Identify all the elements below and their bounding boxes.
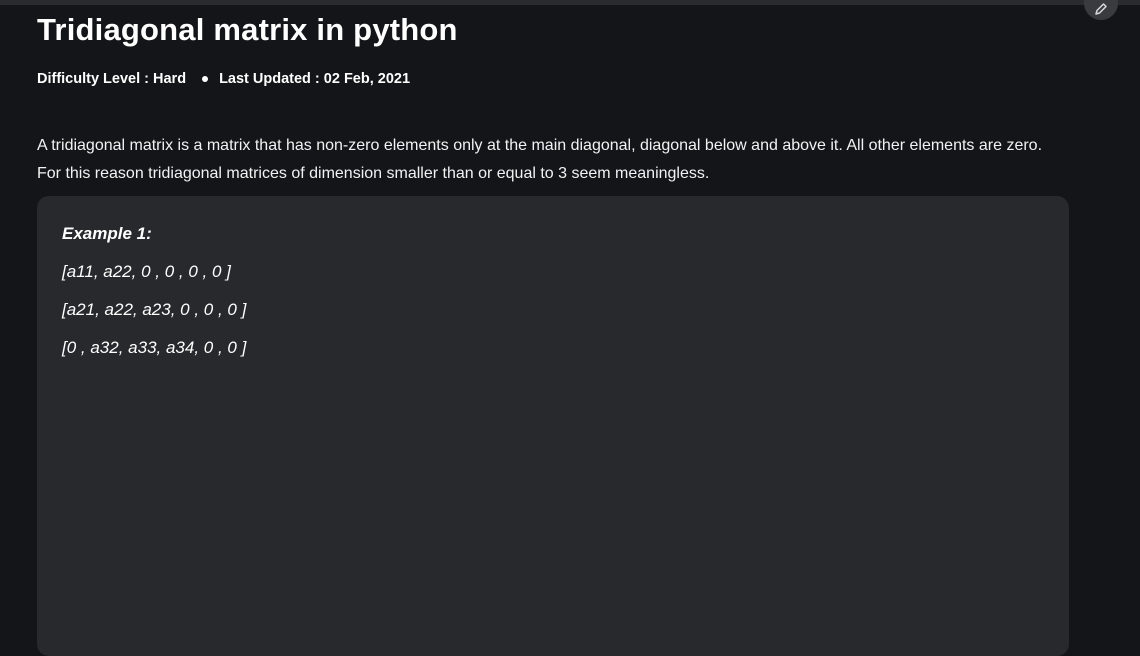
last-updated: Last Updated : 02 Feb, 2021 xyxy=(219,71,411,87)
top-bar xyxy=(0,0,1140,5)
example-title: Example 1: xyxy=(62,224,152,243)
matrix-row: [0 , a32, a33, a34, 0 , 0 ] xyxy=(62,338,247,357)
page-title: Tridiagonal matrix in python xyxy=(37,12,458,47)
article-meta: Difficulty Level : Hard Last Updated : 0… xyxy=(37,71,410,87)
meta-separator-dot xyxy=(202,76,209,82)
matrix-row: [a11, a22, 0 , 0 , 0 , 0 ] xyxy=(62,262,231,281)
matrix-row: [a21, a22, a23, 0 , 0 , 0 ] xyxy=(62,300,247,319)
intro-paragraph: A tridiagonal matrix is a matrix that ha… xyxy=(37,137,1043,182)
edit-button[interactable] xyxy=(1084,0,1118,20)
example-box: Example 1: [a11, a22, 0 , 0 , 0 , 0 ] [a… xyxy=(37,196,1069,656)
difficulty-level: Difficulty Level : Hard xyxy=(37,71,187,87)
pencil-icon xyxy=(1095,3,1107,15)
